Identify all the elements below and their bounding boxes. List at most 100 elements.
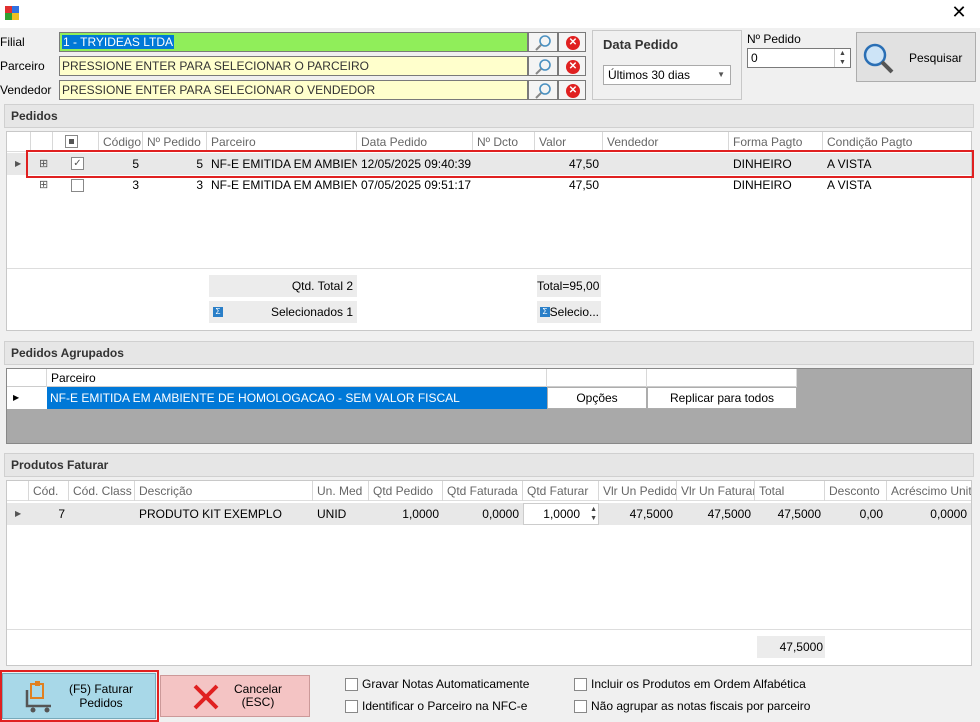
cell-vlr-un-faturar: 47,5000 — [707, 507, 751, 521]
cell-qtd-faturar: 1,0000 — [543, 507, 580, 521]
sigma-icon: Σ — [213, 307, 223, 317]
col-header[interactable]: Cód. — [29, 481, 69, 501]
cell-un: UNID — [317, 507, 347, 521]
col-header[interactable]: Vendedor — [603, 132, 729, 152]
vendedor-clear-button[interactable]: ✕ — [558, 80, 586, 100]
col-header-parceiro[interactable]: Parceiro — [47, 369, 547, 387]
pesquisar-button[interactable]: Pesquisar — [856, 32, 976, 82]
nro-pedido-label: Nº Pedido — [747, 32, 801, 46]
app-icon — [5, 6, 19, 20]
col-header[interactable]: Un. Med — [313, 481, 369, 501]
vendedor-field[interactable]: PRESSIONE ENTER PARA SELECIONAR O VENDED… — [59, 80, 528, 100]
expand-icon[interactable]: ⊞ — [35, 175, 52, 195]
selected-row-highlight — [26, 150, 974, 178]
agrupados-header: Parceiro — [7, 369, 797, 387]
opcoes-button[interactable]: Opções — [547, 387, 647, 409]
close-icon[interactable]: ✕ — [938, 0, 980, 28]
filial-field[interactable]: 1 - TRYIDEAS LTDA — [59, 32, 528, 52]
col-header[interactable]: Forma Pagto — [729, 132, 823, 152]
cell-total: 47,5000 — [777, 507, 821, 521]
cell-nro: 3 — [196, 178, 203, 192]
row-header-col — [7, 369, 47, 387]
expand-col — [31, 132, 53, 152]
replicar-button[interactable]: Replicar para todos — [647, 387, 797, 409]
gravar-label: Gravar Notas Automaticamente — [362, 677, 530, 691]
cell-descricao: PRODUTO KIT EXEMPLO — [139, 507, 282, 521]
nao-agrupar-label: Não agrupar as notas fiscais por parceir… — [591, 699, 811, 713]
incluir-checkbox[interactable] — [574, 678, 587, 691]
chevron-down-icon: ▼ — [717, 70, 725, 79]
data-pedido-select[interactable]: Últimos 30 dias ▼ — [603, 65, 731, 85]
col-header[interactable]: Total — [755, 481, 825, 501]
nao-agrupar-checkbox[interactable] — [574, 700, 587, 713]
col-header-opcoes — [547, 369, 647, 387]
row-pointer-icon: ▶ — [15, 509, 22, 518]
parceiro-label: Parceiro — [0, 59, 45, 73]
cell-cod: 7 — [58, 507, 65, 521]
identificar-checkbox[interactable] — [345, 700, 358, 713]
cancel-x-icon — [193, 684, 219, 710]
row-pointer-icon: ▶ — [7, 387, 47, 409]
clear-icon: ✕ — [566, 36, 580, 50]
qtd-total: Qtd. Total 2 — [209, 275, 357, 297]
agrupados-header-bar: Pedidos Agrupados — [4, 341, 974, 365]
col-header[interactable]: Nº Pedido — [143, 132, 207, 152]
parceiro-search-button[interactable] — [528, 56, 558, 76]
gravar-checkbox[interactable] — [345, 678, 358, 691]
col-header-replicar — [647, 369, 797, 387]
cell-codigo: 3 — [132, 178, 139, 192]
pedidos-grid-header: Código Nº Pedido Parceiro Data Pedido Nº… — [7, 132, 971, 152]
qtd-faturar-stepper[interactable]: 1,0000 ▲ ▼ — [523, 503, 599, 525]
vendedor-search-button[interactable] — [528, 80, 558, 100]
col-header[interactable]: Qtd Pedido — [369, 481, 443, 501]
agrupado-parceiro[interactable]: NF-E EMITIDA EM AMBIENTE DE HOMOLOGACAO … — [47, 387, 547, 409]
search-icon — [535, 59, 551, 75]
col-header[interactable]: Código — [99, 132, 143, 152]
parceiro-clear-button[interactable]: ✕ — [558, 56, 586, 76]
col-header[interactable]: Desconto — [825, 481, 887, 501]
row-checkbox[interactable] — [71, 179, 84, 192]
produtos-grid: Cód. Cód. Class Descrição Un. Med Qtd Pe… — [6, 480, 972, 666]
filial-value: 1 - TRYIDEAS LTDA — [62, 35, 175, 49]
filial-search-button[interactable] — [528, 32, 558, 52]
stepper-arrows-icon[interactable]: ▲ ▼ — [590, 505, 597, 523]
cell-valor: 47,50 — [568, 178, 599, 192]
vendedor-label: Vendedor — [0, 83, 52, 97]
select-all-col[interactable] — [53, 132, 99, 152]
search-icon — [535, 35, 551, 51]
col-header[interactable]: Acréscimo Unit. — [887, 481, 971, 501]
col-header[interactable]: Condição Pagto — [823, 132, 971, 152]
col-header[interactable]: Nº Dcto — [473, 132, 535, 152]
data-pedido-title: Data Pedido — [603, 37, 679, 52]
stepper-arrows-icon[interactable]: ▲ ▼ — [834, 49, 850, 67]
produtos-title: Produtos Faturar — [11, 458, 109, 472]
col-header[interactable]: Parceiro — [207, 132, 357, 152]
col-header[interactable]: Cód. Class — [69, 481, 135, 501]
magnifier-icon — [863, 43, 894, 74]
title-bar — [0, 0, 980, 28]
cell-parceiro: NF-E EMITIDA EM AMBIEN... — [211, 178, 357, 192]
col-header[interactable]: Qtd Faturar — [523, 481, 599, 501]
col-header[interactable]: Data Pedido — [357, 132, 473, 152]
filial-label: Filial — [0, 35, 25, 49]
cell-qtd-faturada: 0,0000 — [482, 507, 519, 521]
parceiro-field[interactable]: PRESSIONE ENTER PARA SELECIONAR O PARCEI… — [59, 56, 528, 76]
clear-icon: ✕ — [566, 84, 580, 98]
search-icon — [535, 83, 551, 99]
col-header[interactable]: Vlr Un Pedido — [599, 481, 677, 501]
selecionados: Selecionados 1 — [209, 301, 357, 323]
col-header[interactable]: Vlr Un Faturar — [677, 481, 755, 501]
col-header[interactable]: Qtd Faturada — [443, 481, 523, 501]
cell-qtd-pedido: 1,0000 — [402, 507, 439, 521]
nro-pedido-value: 0 — [751, 51, 758, 65]
filial-clear-button[interactable]: ✕ — [558, 32, 586, 52]
nro-pedido-stepper[interactable]: 0 ▲ ▼ — [747, 48, 851, 68]
col-header[interactable]: Valor — [535, 132, 603, 152]
table-row[interactable]: ▶ 7 PRODUTO KIT EXEMPLO UNID 1,0000 0,00… — [7, 503, 971, 525]
agrupados-grid: Parceiro ▶ NF-E EMITIDA EM AMBIENTE DE H… — [6, 368, 972, 444]
table-row[interactable]: ⊞ 3 3 NF-E EMITIDA EM AMBIEN... 07/05/20… — [7, 175, 971, 197]
produtos-total: 47,5000 — [757, 636, 825, 658]
col-header[interactable]: Descrição — [135, 481, 313, 501]
identificar-label: Identificar o Parceiro na NFC-e — [362, 699, 528, 713]
cancelar-button[interactable]: Cancelar (ESC) — [160, 675, 310, 717]
